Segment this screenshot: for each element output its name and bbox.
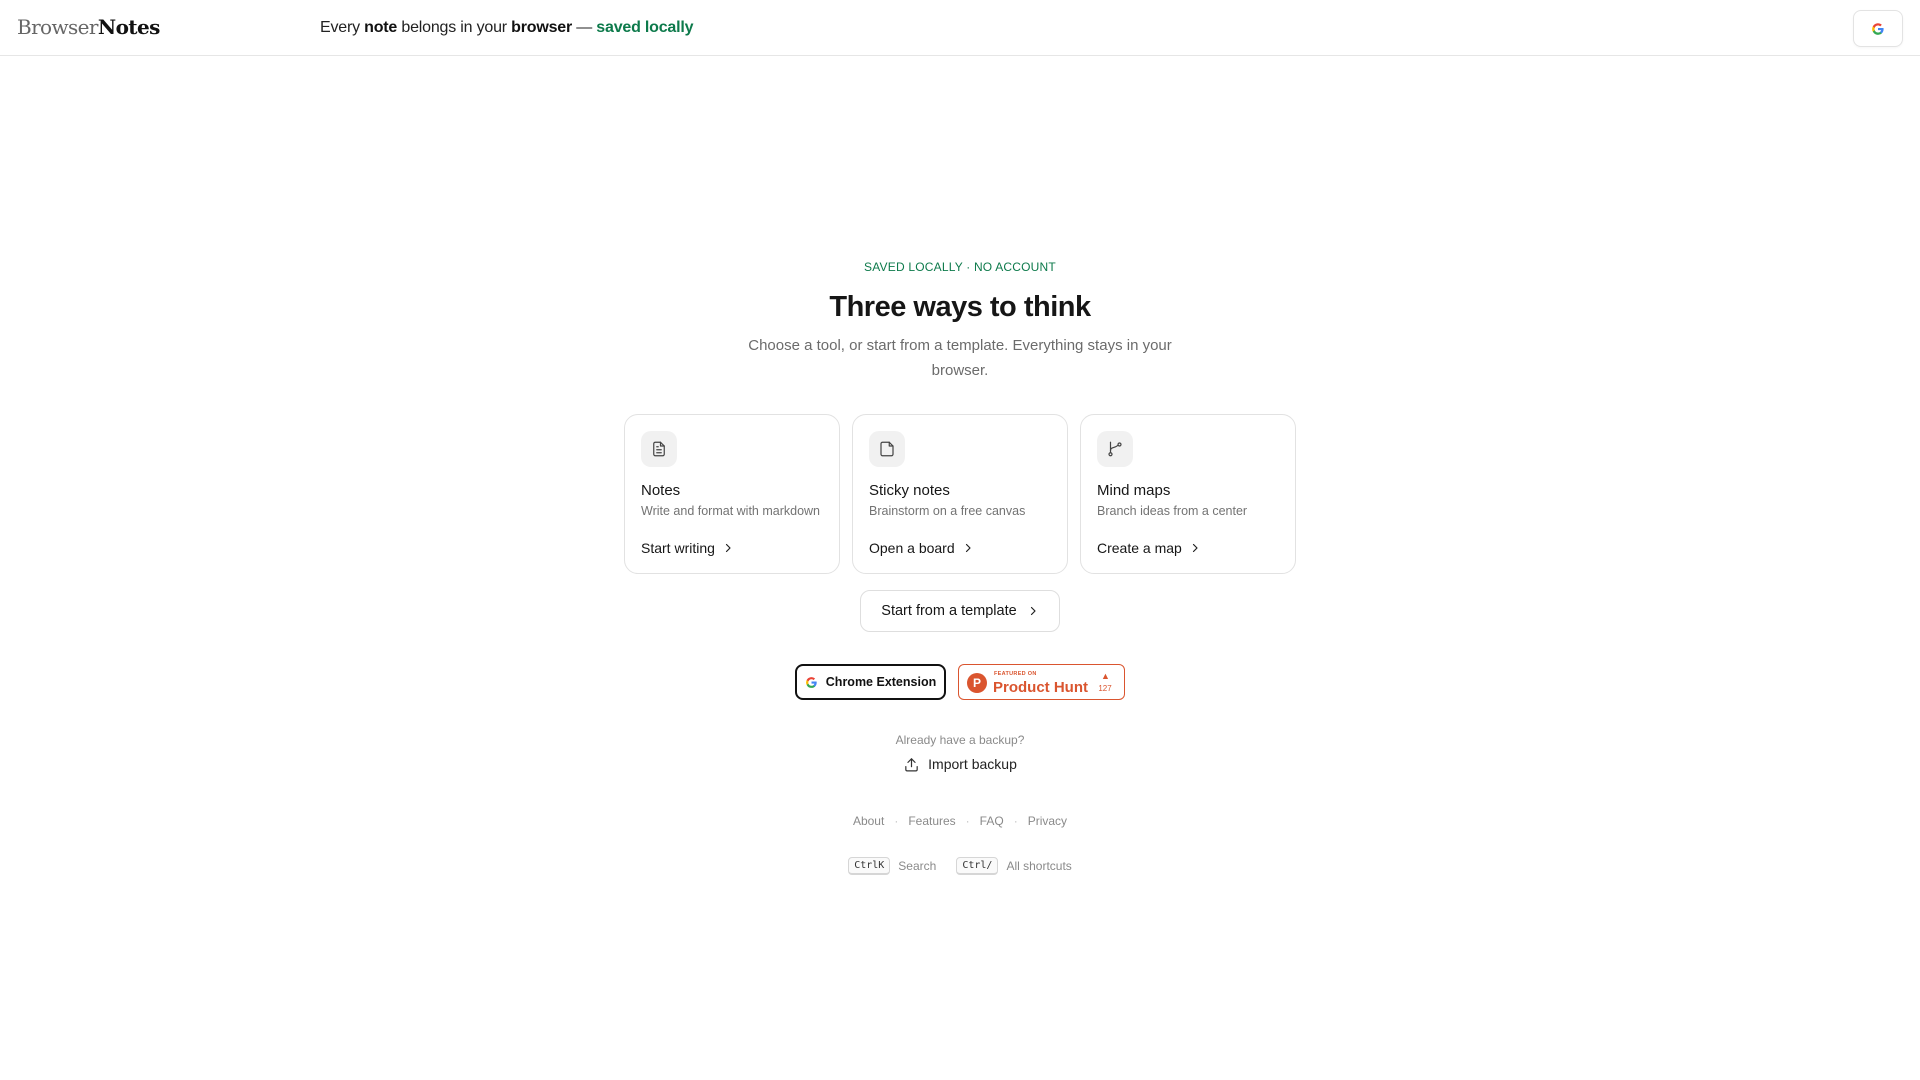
footer-link-about[interactable]: About <box>853 814 884 828</box>
start-from-template-button[interactable]: Start from a template <box>860 590 1060 632</box>
tagline-emphasis: note <box>364 19 398 36</box>
footer-nav: About · Features · FAQ · Privacy <box>0 814 1920 828</box>
chrome-extension-button[interactable]: Chrome Extension <box>795 664 946 700</box>
footer-link-faq[interactable]: FAQ <box>980 814 1004 828</box>
chevron-right-icon <box>1192 543 1198 553</box>
card-title: Mind maps <box>1097 482 1171 499</box>
top-bar: BrowserNotes Every note belongs in your … <box>0 0 1920 56</box>
document-icon <box>641 431 677 467</box>
import-backup-button[interactable]: Import backup <box>890 751 1030 777</box>
header-tagline: Every note belongs in your browser — sav… <box>320 17 694 39</box>
branch-icon <box>1097 431 1133 467</box>
product-hunt-logo-icon: P <box>967 673 987 693</box>
import-backup-label: Import backup <box>928 756 1017 772</box>
google-sign-in-button[interactable] <box>1853 10 1903 47</box>
eyebrow-label: SAVED LOCALLY · NO ACCOUNT <box>864 260 1056 274</box>
upload-icon <box>905 757 918 771</box>
separator-dot: · <box>894 814 899 828</box>
backup-question: Already have a backup? <box>895 733 1025 747</box>
tagline-highlight: saved locally <box>596 19 694 36</box>
app-logo[interactable]: BrowserNotes <box>17 14 160 40</box>
card-action-label: Create a map <box>1097 540 1182 556</box>
tagline-text: — <box>572 19 597 36</box>
google-g-icon <box>1872 22 1884 35</box>
page-title: Three ways to think <box>829 291 1091 323</box>
separator-dot: · <box>965 814 970 828</box>
shortcut-all-label[interactable]: All shortcuts <box>1006 859 1071 873</box>
open-board-link[interactable]: Open a board <box>869 538 974 558</box>
card-notes[interactable]: Notes Write and format with markdown Sta… <box>624 414 840 574</box>
card-action-label: Open a board <box>869 540 955 556</box>
upvote-count: 127 <box>1098 684 1112 693</box>
kbd-key: CtrlK <box>848 857 891 875</box>
tagline-text: Every <box>320 19 365 36</box>
logo-bold-text: Notes <box>97 15 160 39</box>
page-subtitle: Choose a tool, or start from a template.… <box>748 337 1172 379</box>
card-description: Brainstorm on a free canvas <box>869 504 1026 518</box>
kbd-key: Ctrl/ <box>956 857 999 875</box>
card-title: Sticky notes <box>869 482 950 499</box>
chrome-extension-label: Chrome Extension <box>825 675 937 689</box>
product-hunt-badge[interactable]: P FEATURED ON Product Hunt ▲ 127 <box>958 664 1125 700</box>
product-hunt-featured-text: FEATURED ON <box>994 671 1037 677</box>
card-mind-maps[interactable]: Mind maps Branch ideas from a center Cre… <box>1080 414 1296 574</box>
tagline-text: belongs in your <box>397 19 512 36</box>
footer-link-privacy[interactable]: Privacy <box>1028 814 1067 828</box>
upvote-arrow-icon: ▲ <box>1101 671 1110 681</box>
keyboard-shortcuts-hint: CtrlK Search Ctrl/ All shortcuts <box>0 857 1920 875</box>
create-map-link[interactable]: Create a map <box>1097 538 1201 558</box>
chevron-right-icon <box>1030 606 1036 616</box>
start-writing-link[interactable]: Start writing <box>641 538 734 558</box>
product-hunt-name: Product Hunt <box>993 679 1088 696</box>
chevron-right-icon <box>965 543 971 553</box>
template-button-label: Start from a template <box>881 603 1017 619</box>
sticky-note-icon <box>869 431 905 467</box>
separator-dot: · <box>1013 814 1018 828</box>
logo-light-text: Browser <box>17 15 98 39</box>
footer-link-features[interactable]: Features <box>908 814 955 828</box>
card-sticky-notes[interactable]: Sticky notes Brainstorm on a free canvas… <box>852 414 1068 574</box>
card-action-label: Start writing <box>641 540 715 556</box>
shortcut-search-label[interactable]: Search <box>898 859 936 873</box>
card-title: Notes <box>641 482 681 499</box>
google-g-icon <box>805 676 817 688</box>
card-description: Write and format with markdown <box>641 504 820 518</box>
card-description: Branch ideas from a center <box>1097 504 1248 518</box>
tagline-emphasis: browser <box>511 19 572 36</box>
chevron-right-icon <box>725 543 731 553</box>
